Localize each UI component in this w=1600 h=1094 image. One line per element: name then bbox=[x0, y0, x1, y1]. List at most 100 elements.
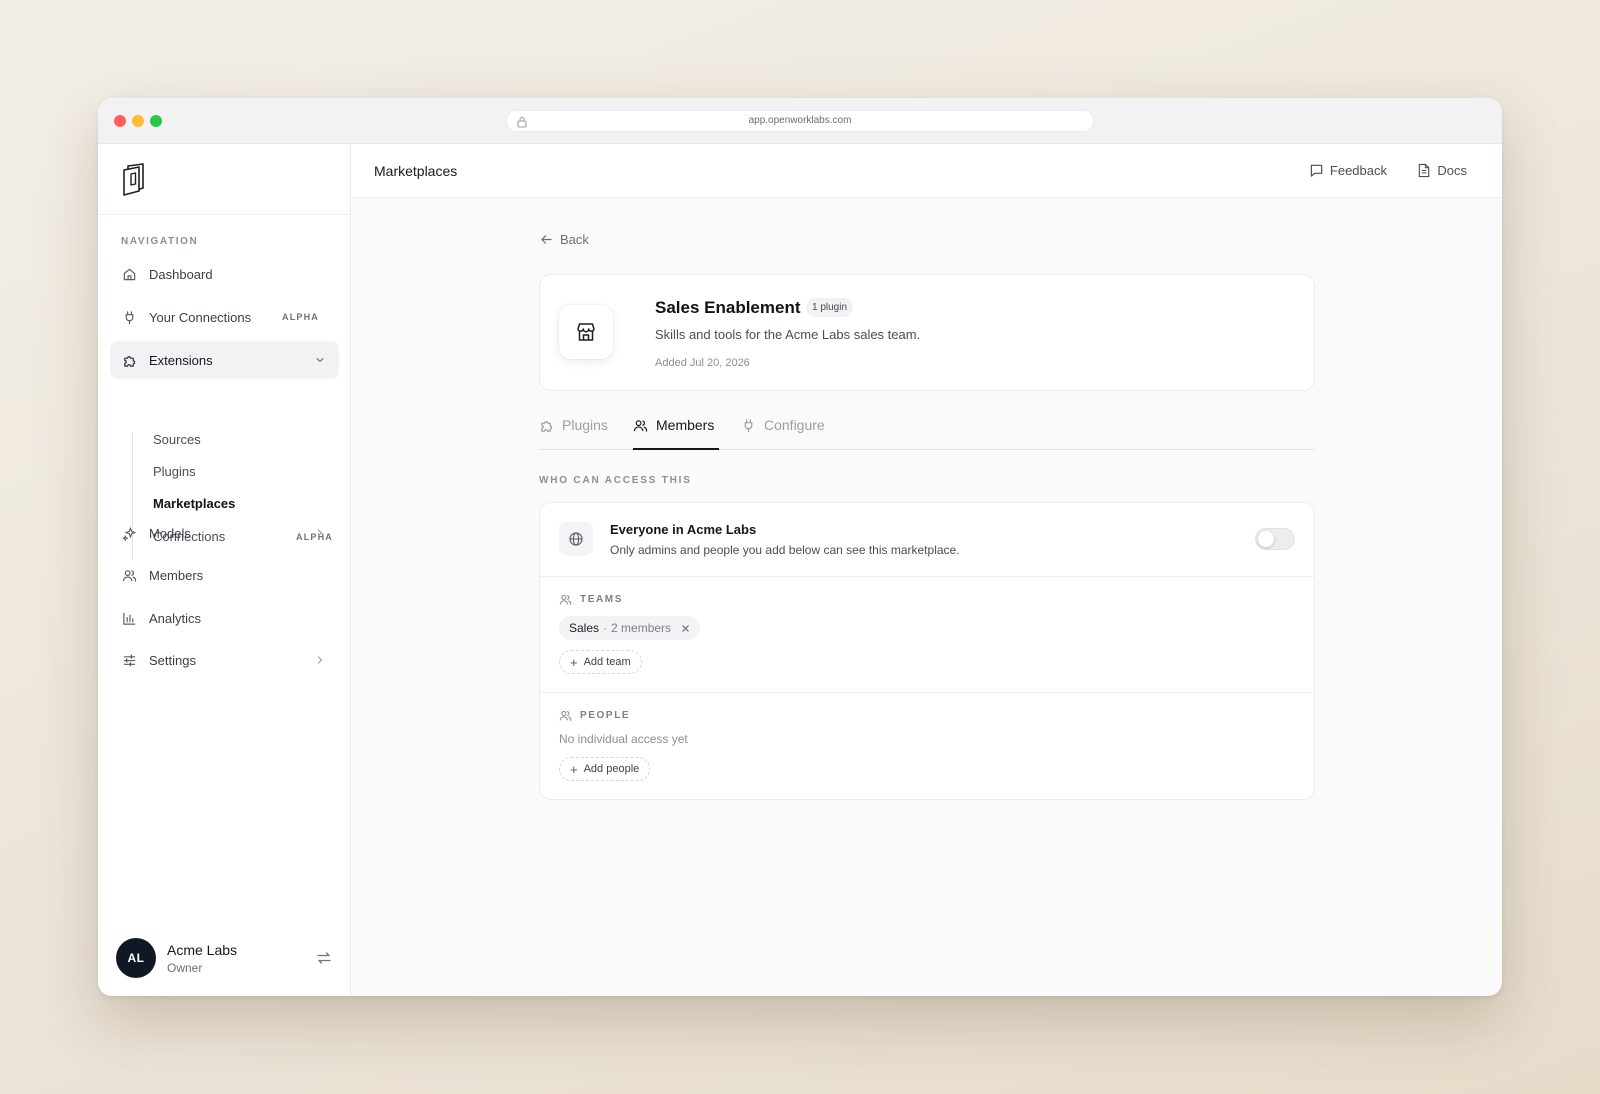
subnav-item-label: Plugins bbox=[153, 464, 196, 479]
title-bar: app.openworklabs.com bbox=[98, 98, 1502, 144]
feedback-label: Feedback bbox=[1329, 163, 1387, 178]
page-title: Marketplaces bbox=[374, 163, 458, 179]
docs-label: Docs bbox=[1437, 163, 1467, 178]
add-team-label: Add team bbox=[583, 656, 631, 668]
people-label-text: PEOPLE bbox=[580, 710, 631, 721]
sidebar-item-your-connections[interactable]: Your Connections ALPHA bbox=[110, 298, 339, 336]
tab-members[interactable]: Members bbox=[633, 417, 714, 433]
sparkles-icon bbox=[121, 525, 137, 541]
sidebar-item-label: Settings bbox=[149, 652, 196, 668]
add-team-button[interactable]: + Add team bbox=[559, 650, 642, 674]
tab-label: Plugins bbox=[562, 417, 608, 433]
subnav-item-plugins[interactable]: Plugins bbox=[153, 464, 333, 484]
puzzle-icon bbox=[121, 352, 137, 368]
page-header: Marketplaces Feedback Docs bbox=[351, 144, 1502, 198]
marketplace-name: Sales Enablement bbox=[655, 298, 801, 317]
tab-plugins[interactable]: Plugins bbox=[539, 417, 608, 433]
toggle-knob bbox=[1258, 531, 1274, 547]
divider bbox=[540, 576, 1314, 577]
plug-icon bbox=[744, 418, 753, 432]
team-separator: · bbox=[603, 621, 608, 635]
people-empty-state: No individual access yet bbox=[559, 732, 688, 746]
plug-icon bbox=[121, 309, 137, 325]
subnav-item-sources[interactable]: Sources bbox=[153, 432, 333, 452]
tab-label: Configure bbox=[764, 417, 825, 433]
plugin-count-badge: 1 plugin bbox=[806, 298, 854, 317]
marketplace-summary-card: Sales Enablement 1 plugin Skills and too… bbox=[539, 274, 1315, 391]
message-square-icon bbox=[1310, 164, 1323, 177]
divider bbox=[540, 692, 1314, 693]
account-name: Acme Labs bbox=[167, 942, 238, 958]
minimize-window-button[interactable] bbox=[132, 115, 144, 127]
subnav-item-label: Sources bbox=[153, 432, 201, 447]
access-card: Everyone in Acme Labs Only admins and pe… bbox=[539, 502, 1315, 800]
teams-label-text: TEAMS bbox=[580, 594, 623, 605]
chevron-down-icon bbox=[315, 353, 325, 368]
chevron-right-icon bbox=[315, 653, 325, 668]
sidebar-item-label: Analytics bbox=[149, 610, 202, 626]
subnav-item-marketplaces[interactable]: Marketplaces bbox=[153, 496, 333, 516]
globe-icon bbox=[559, 522, 593, 556]
app-logo-icon[interactable] bbox=[119, 162, 149, 196]
sidebar-item-models[interactable]: Models bbox=[110, 514, 339, 552]
close-window-button[interactable] bbox=[114, 115, 126, 127]
logo-area bbox=[98, 144, 350, 215]
bar-chart-icon bbox=[121, 610, 137, 626]
users-icon bbox=[559, 710, 572, 721]
add-people-button[interactable]: + Add people bbox=[559, 757, 651, 781]
nav-heading: NAVIGATION bbox=[121, 236, 199, 247]
address-bar[interactable]: app.openworklabs.com bbox=[506, 110, 1094, 132]
avatar: AL bbox=[116, 938, 156, 978]
plus-icon: + bbox=[570, 654, 578, 670]
people-label: PEOPLE bbox=[559, 709, 630, 722]
marketplace-added-date: Added Jul 20, 2026 bbox=[655, 357, 750, 369]
sidebar-item-analytics[interactable]: Analytics bbox=[110, 599, 339, 637]
sidebar-item-label: Extensions bbox=[149, 352, 213, 368]
tab-bar: Plugins Members Configure bbox=[539, 412, 1314, 450]
users-icon bbox=[121, 567, 137, 583]
sidebar-item-label: Members bbox=[149, 567, 204, 583]
team-chip: Sales · 2 members bbox=[559, 616, 701, 640]
team-member-count: 2 members bbox=[611, 621, 672, 635]
storefront-icon bbox=[559, 305, 613, 359]
add-people-label: Add people bbox=[583, 763, 640, 775]
users-icon bbox=[559, 594, 572, 605]
puzzle-icon bbox=[541, 420, 553, 432]
active-tab-indicator bbox=[633, 448, 719, 450]
arrow-left-icon bbox=[541, 235, 552, 244]
chevron-right-icon bbox=[315, 526, 325, 541]
sidebar-item-label: Dashboard bbox=[149, 266, 213, 282]
sidebar-item-label: Your Connections bbox=[149, 309, 252, 325]
browser-window: app.openworklabs.com NAVIGATION Dashboar… bbox=[98, 98, 1502, 996]
alpha-badge: ALPHA bbox=[282, 312, 319, 322]
document-icon bbox=[1419, 163, 1430, 178]
subnav-item-label: Marketplaces bbox=[153, 496, 236, 511]
sidebar-item-settings[interactable]: Settings bbox=[110, 641, 339, 679]
teams-label: TEAMS bbox=[559, 593, 623, 606]
sidebar-item-label: Models bbox=[149, 525, 191, 541]
access-section-label: WHO CAN ACCESS THIS bbox=[539, 475, 692, 486]
tab-label: Members bbox=[656, 417, 715, 433]
maximize-window-button[interactable] bbox=[150, 115, 162, 127]
plus-icon: + bbox=[570, 761, 578, 777]
sidebar-item-members[interactable]: Members bbox=[110, 556, 339, 594]
account-switcher[interactable]: AL Acme Labs Owner bbox=[116, 938, 332, 978]
sidebar-item-extensions[interactable]: Extensions bbox=[110, 341, 339, 379]
everyone-access-toggle[interactable] bbox=[1255, 528, 1295, 550]
tab-configure[interactable]: Configure bbox=[741, 417, 825, 433]
everyone-access-description: Only admins and people you add below can… bbox=[610, 543, 960, 557]
feedback-link[interactable]: Feedback bbox=[1309, 163, 1387, 178]
remove-team-icon[interactable] bbox=[681, 624, 690, 633]
account-role: Owner bbox=[167, 961, 203, 975]
url-text: app.openworklabs.com bbox=[748, 115, 852, 126]
marketplace-description: Skills and tools for the Acme Labs sales… bbox=[655, 327, 921, 342]
team-name: Sales bbox=[569, 621, 600, 635]
back-label: Back bbox=[560, 232, 589, 247]
docs-link[interactable]: Docs bbox=[1417, 163, 1467, 178]
users-icon bbox=[633, 419, 648, 432]
back-link[interactable]: Back bbox=[540, 232, 589, 247]
everyone-access-title: Everyone in Acme Labs bbox=[610, 522, 757, 537]
switch-account-icon[interactable] bbox=[316, 950, 332, 971]
sliders-icon bbox=[121, 652, 137, 668]
sidebar-item-dashboard[interactable]: Dashboard bbox=[110, 255, 339, 293]
